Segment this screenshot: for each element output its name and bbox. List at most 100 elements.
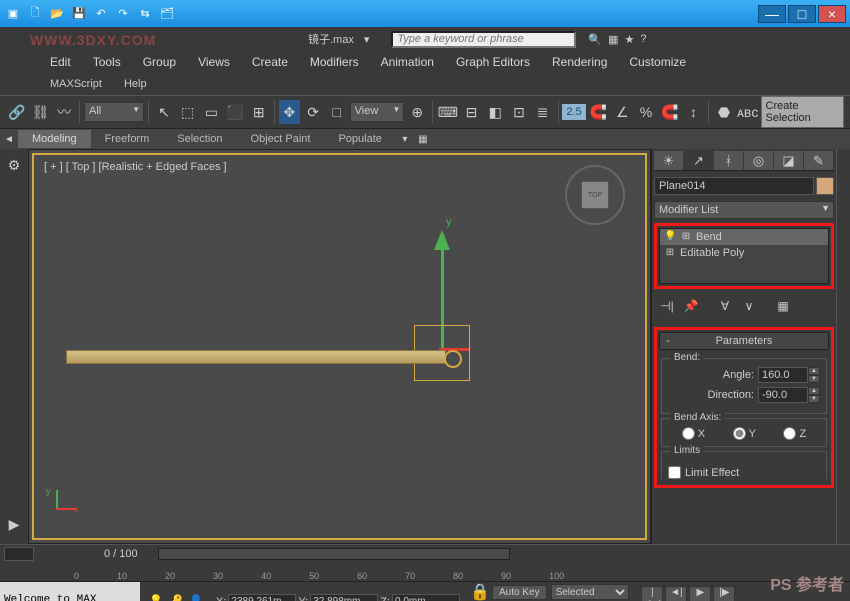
qat-redo[interactable]: ↷ xyxy=(114,5,132,23)
direction-spin-down[interactable]: ▼ xyxy=(808,395,820,403)
menu-help[interactable]: Help xyxy=(124,78,147,90)
qat-new[interactable]: 🗋 xyxy=(26,5,44,23)
coord-x-input[interactable] xyxy=(228,594,296,601)
modifier-expand-icon[interactable]: ⊞ xyxy=(664,247,676,259)
tb-snap-value[interactable]: 2.5 xyxy=(562,104,585,120)
ribbon-tab-freeform[interactable]: Freeform xyxy=(91,130,164,148)
modifier-expand-icon[interactable]: ⊞ xyxy=(680,231,692,243)
tb-percent-snap[interactable]: % xyxy=(635,100,657,124)
angle-spin-up[interactable]: ▲ xyxy=(808,367,820,375)
app-menu-button[interactable]: ▣ xyxy=(4,5,22,23)
stack-pin[interactable]: ⊣| xyxy=(658,297,676,315)
menu-maxscript[interactable]: MAXScript xyxy=(50,78,102,90)
key-icon[interactable]: 🔑 xyxy=(168,594,184,601)
tb-mirror[interactable]: ⊡ xyxy=(508,100,530,124)
stack-show-end[interactable]: 📌 xyxy=(682,297,700,315)
tb-angle-snap[interactable]: ∠ xyxy=(611,100,633,124)
leftrail-expand[interactable]: ▶ xyxy=(4,514,24,534)
modifier-list-dropdown[interactable]: Modifier List xyxy=(654,201,834,219)
lock-selection-icon[interactable]: 🔒⎯ xyxy=(464,582,488,601)
play-goto-start[interactable]: |◄◄ xyxy=(641,586,663,601)
modifier-toggle-icon[interactable]: 💡 xyxy=(664,231,676,243)
key-filter-select[interactable]: Selected xyxy=(551,584,629,600)
time-ruler[interactable]: 0 10 20 30 40 50 60 70 80 90 100 xyxy=(0,562,850,582)
object-name-input[interactable] xyxy=(654,177,814,195)
panel-tab-create[interactable]: ☀ xyxy=(654,151,683,170)
modifier-row-bend[interactable]: 💡 ⊞ Bend xyxy=(660,229,828,245)
tb-render-setup[interactable]: ᴀʙᴄ xyxy=(737,100,759,124)
search-icon[interactable]: 🔍 xyxy=(588,33,602,46)
window-minimize[interactable]: — xyxy=(758,5,786,23)
maxscript-listener[interactable]: Welcome to MAX xyxy=(0,582,140,601)
tb-select-window[interactable]: ⬛ xyxy=(224,100,246,124)
tb-align[interactable]: ≣ xyxy=(532,100,554,124)
menu-edit[interactable]: Edit xyxy=(50,55,71,69)
stack-remove[interactable]: ∨ xyxy=(740,297,758,315)
ribbon-collapse[interactable]: ◄ xyxy=(0,130,18,148)
tb-named-sel[interactable]: ◧ xyxy=(484,100,506,124)
tb-select-region[interactable]: ▭ xyxy=(201,100,223,124)
window-maximize[interactable]: □ xyxy=(788,5,816,23)
menu-tools[interactable]: Tools xyxy=(93,55,121,69)
menu-graph-editors[interactable]: Graph Editors xyxy=(456,55,530,69)
qat-undo[interactable]: ↶ xyxy=(92,5,110,23)
gizmo-center[interactable] xyxy=(444,350,462,368)
viewport-label[interactable]: [ + ] [ Top ] [Realistic + Edged Faces ] xyxy=(44,161,227,173)
person-icon[interactable]: 👤 xyxy=(188,594,204,601)
tb-select-paint[interactable]: ⊞ xyxy=(248,100,270,124)
comm-center-icon[interactable]: ▦ xyxy=(608,33,618,46)
light-icon[interactable]: 💡 xyxy=(148,594,164,601)
direction-spin-up[interactable]: ▲ xyxy=(808,387,820,395)
direction-input[interactable] xyxy=(758,387,808,403)
axis-z-radio[interactable]: Z xyxy=(783,427,806,440)
favorites-icon[interactable]: ★ xyxy=(624,33,634,46)
tb-pivot[interactable]: ⊕ xyxy=(406,100,428,124)
angle-spin-down[interactable]: ▼ xyxy=(808,375,820,383)
ribbon-tab-object-paint[interactable]: Object Paint xyxy=(237,130,325,148)
axis-y-radio[interactable]: Y xyxy=(733,427,756,440)
panel-tab-motion[interactable]: ◎ xyxy=(744,151,773,170)
play-next-frame[interactable]: |▶ xyxy=(713,586,735,601)
tb-refcoord[interactable]: View xyxy=(350,102,405,122)
menu-group[interactable]: Group xyxy=(143,55,176,69)
ribbon-grid-icon[interactable]: ▦ xyxy=(414,130,432,148)
tb-rotate[interactable]: ⟳ xyxy=(302,100,324,124)
tb-select[interactable]: ↖ xyxy=(153,100,175,124)
viewcube[interactable]: TOP xyxy=(565,165,625,225)
qat-rearrow[interactable]: ⇆ xyxy=(136,5,154,23)
coord-z-input[interactable] xyxy=(392,594,460,601)
ribbon-tab-populate[interactable]: Populate xyxy=(324,130,395,148)
tb-selection-filter[interactable]: All xyxy=(84,102,144,122)
play-play[interactable]: ▶ xyxy=(689,586,711,601)
tb-unlink[interactable]: ⛓ xyxy=(30,100,52,124)
ribbon-tab-selection[interactable]: Selection xyxy=(163,130,236,148)
command-panel-scrollbar[interactable] xyxy=(836,149,850,544)
help-icon[interactable]: ? xyxy=(640,33,646,46)
leftrail-btn-0[interactable]: ⚙ xyxy=(4,155,24,175)
panel-tab-hierarchy[interactable]: ᚼ xyxy=(714,151,743,170)
window-close[interactable]: × xyxy=(818,5,846,23)
menu-customize[interactable]: Customize xyxy=(629,55,686,69)
ribbon-dropdown[interactable]: ▾ xyxy=(396,130,414,148)
panel-tab-display[interactable]: ◪ xyxy=(774,151,803,170)
qat-project[interactable]: 🗂 xyxy=(158,5,176,23)
tb-edit-named-sel[interactable]: ↕ xyxy=(683,100,705,124)
tb-select-name[interactable]: ⬚ xyxy=(177,100,199,124)
panel-tab-modify[interactable]: ↗ xyxy=(684,151,713,170)
axis-x-radio[interactable]: X xyxy=(682,427,705,440)
menu-modifiers[interactable]: Modifiers xyxy=(310,55,359,69)
tb-link[interactable]: 🔗 xyxy=(6,100,28,124)
viewcube-face[interactable]: TOP xyxy=(581,181,609,209)
stack-make-unique[interactable]: ∀ xyxy=(716,297,734,315)
tb-move[interactable]: ✥ xyxy=(279,100,301,124)
stack-configure[interactable]: ▦ xyxy=(774,297,792,315)
tb-material-editor[interactable]: ⬣ xyxy=(713,100,735,124)
angle-input[interactable] xyxy=(758,367,808,383)
scene-object[interactable] xyxy=(66,350,446,364)
object-color-swatch[interactable] xyxy=(816,177,834,195)
tb-snap-toggle[interactable]: 🧲 xyxy=(588,100,610,124)
tb-spinner-snap[interactable]: 🧲 xyxy=(659,100,681,124)
tb-keyboard-shortcut[interactable]: ⊟ xyxy=(461,100,483,124)
viewport-top[interactable]: [ + ] [ Top ] [Realistic + Edged Faces ]… xyxy=(28,149,651,544)
tb-select-manipulate[interactable]: ⌨ xyxy=(437,100,459,124)
